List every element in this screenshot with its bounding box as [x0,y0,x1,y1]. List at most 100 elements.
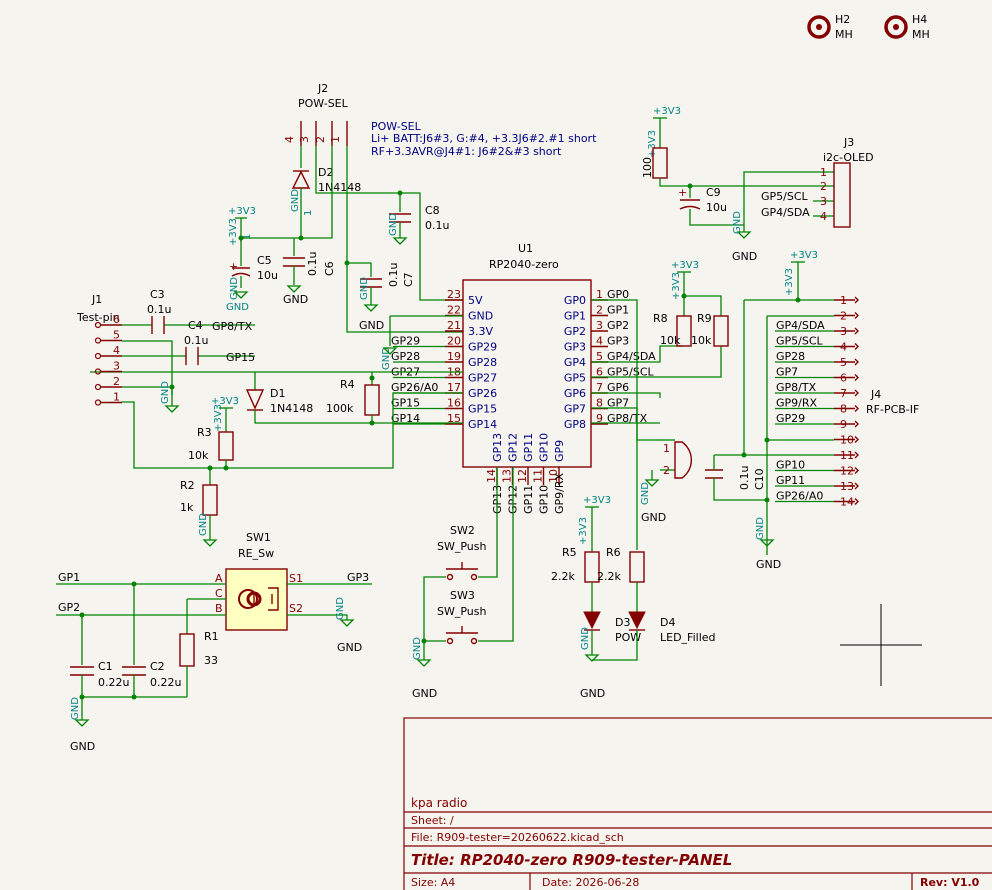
j4-net-label: GP28 [776,350,805,363]
h4-ref: H4 [912,13,927,26]
u1-pin-number: 19 [447,350,461,363]
svg-text:GND: GND [359,277,370,300]
u1-left-net-label: GP15 [391,397,420,410]
connector-j2: J2 POW-SEL 4 3 2 1 [283,82,349,146]
u1-pin-number: 13 [501,469,514,483]
r4-ref: R4 [340,378,355,391]
u1-right-net-label: GP6 [607,381,629,394]
u1-pin-number: 5 [596,350,603,363]
u1-ref: U1 [518,242,533,255]
svg-text:+: + [678,186,687,199]
svg-text:+: + [229,260,238,273]
resistor-100: +3V3 +3V3 100 [641,106,834,187]
u1-pin-number: 12 [516,469,529,483]
svg-text:GND: GND [160,381,171,404]
c1-value: 0.22u [98,676,129,689]
u1-pin-name: GP10 [538,433,551,462]
u1-pin-name: GND [468,310,493,323]
u1-right-net-label: GP3 [607,335,629,348]
j4-pin-marker [854,436,859,443]
sw1-label-gp1: GP1 [58,571,80,584]
j4-pin-number: 8 [840,403,847,416]
svg-text:+3V3: +3V3 [671,260,699,271]
led-d3: GND GND D3 POW [580,611,641,700]
crosshair-cursor-icon [840,604,922,686]
svg-text:GND: GND [70,740,95,753]
j4-pin-marker [854,343,859,350]
j4-pin-marker [854,358,859,366]
u1-pin-number: 16 [447,397,461,410]
j1-pin-circle [94,352,102,360]
u1-pin-name: GP12 [507,433,520,462]
c1-ref: C1 [98,660,113,673]
d4-ref: D4 [660,616,675,629]
resistor-r9: R9 10k [691,312,729,347]
j1-pin-number: 2 [113,375,120,388]
j3-pin-3: 3 [820,195,827,208]
u1-pin-name: GP8 [564,418,586,431]
u1-pin-name: GP6 [564,387,586,400]
sw2-ref: SW2 [450,524,475,537]
j3-pin-2: 2 [820,180,827,193]
sw1-pin-b: B [215,602,223,615]
c3-ref: C3 [150,288,165,301]
j4-net-label: GP4/SDA [776,319,825,332]
buzzer-pin-1: 1 [663,442,670,455]
j4-pin-number: 4 [840,341,847,354]
gnd-symbol: GND 1 [290,189,314,238]
r3-ref: R3 [197,426,212,439]
u1-pin-number: 22 [447,304,461,317]
j1-pin-circle [94,383,102,391]
j4-net-label: GP9/RX [776,397,818,410]
svg-text:GND: GND [640,482,651,505]
title-block-file: File: R909-tester=20260622.kicad_sch [411,831,624,844]
u1-bottom-net-label: GP9/RX [553,472,566,514]
switch-sw2: SW2 SW_Push [437,524,487,581]
j3-label-sda: GP4/SDA [761,206,810,219]
j1-pin-circle [94,337,102,344]
j1-pin-number: 5 [113,329,120,342]
diode-d2: D2 1N4148 [291,146,361,215]
j2-ref: J2 [317,82,328,95]
svg-text:GND: GND [335,597,346,620]
j4-pin-marker [854,451,859,459]
j2-pin-3: 3 [298,136,311,143]
r6-ref: R6 [606,546,621,559]
svg-text:GND: GND [229,277,240,300]
u1-left-net-label: GP26/A0 [391,381,438,394]
svg-text:+3V3: +3V3 [671,272,682,300]
j4-net-label: GP11 [776,474,805,487]
resistor-r3: +3V3 +3V3 R3 10k [188,396,239,468]
r4-value: 100k [326,402,354,415]
svg-text:+3V3: +3V3 [583,495,611,506]
sw1-pin-s2: S2 [289,602,303,615]
j2-pin-1: 1 [329,136,342,143]
u1-pin-name: 3.3V [468,325,493,338]
r9-value: 10k [691,334,712,347]
j1-label-gp15: GP15 [226,351,255,364]
u1-right-net-label: GP1 [607,304,629,317]
u1-pin-name: GP13 [491,433,504,462]
resistor-r2: GND R2 1k [180,468,218,547]
j4-pin-number: 12 [840,465,854,478]
u1-value: RP2040-zero [489,258,559,271]
u1-pin-name: GP7 [564,403,586,416]
d1-value: 1N4148 [270,402,313,415]
j4-pin-number: 13 [840,480,854,493]
j1-pin-number: 1 [113,391,120,404]
h4-value: MH [912,28,930,41]
connector-j3: J3 i2c-OLED 1 2 3 4 GP5/SCL GP4/SDA [761,136,874,228]
u1-pin-name: GP28 [468,356,497,369]
c9-ref: C9 [706,186,721,199]
c2-value: 0.22u [150,676,181,689]
u1-pin-name: GP15 [468,403,497,416]
j4-pin-marker [854,482,859,490]
h2-value: MH [835,28,853,41]
j2-pin-2: 2 [314,136,327,143]
capacitor-c3: C3 0.1u [147,288,171,334]
r1-value: 33 [204,654,218,667]
sw1-pin-c: C [215,587,223,600]
capacitor-c8: GND C8 0.1u [388,193,449,245]
r8-ref: R8 [653,312,668,325]
u1-pin-name: GP2 [564,325,586,338]
